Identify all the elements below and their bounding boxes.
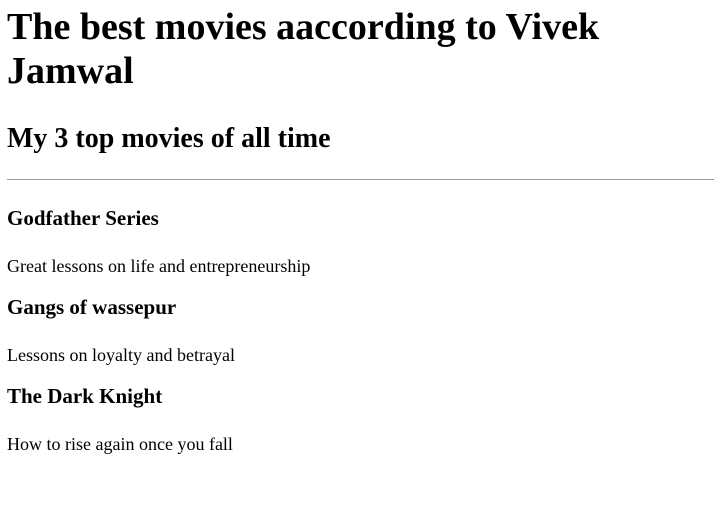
movie-item-gangs-of-wassepur: Gangs of wassepur Lessons on loyalty and…: [7, 295, 714, 366]
page-title: The best movies aaccording to Vivek Jamw…: [7, 6, 600, 92]
movie-title: The Dark Knight: [7, 384, 163, 408]
movie-item-godfather: Godfather Series Great lessons on life a…: [7, 206, 714, 277]
divider: [7, 179, 714, 180]
page-subtitle: My 3 top movies of all time: [7, 123, 331, 154]
movie-description: Lessons on loyalty and betrayal: [7, 345, 235, 365]
page: The best movies aaccording to Vivek Jamw…: [0, 0, 714, 530]
movie-description: How to rise again once you fall: [7, 434, 233, 454]
movie-item-dark-knight: The Dark Knight How to rise again once y…: [7, 384, 714, 455]
movie-title: Godfather Series: [7, 206, 159, 230]
movie-list: Godfather Series Great lessons on life a…: [7, 206, 714, 455]
movie-title: Gangs of wassepur: [7, 295, 177, 319]
movie-description: Great lessons on life and entrepreneursh…: [7, 256, 311, 276]
